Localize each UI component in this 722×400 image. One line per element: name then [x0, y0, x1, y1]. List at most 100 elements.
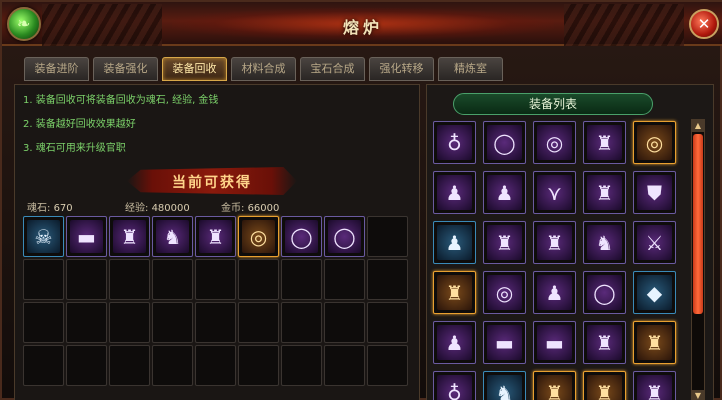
- empty-slot[interactable]: [23, 345, 64, 386]
- item-slot[interactable]: ⚔: [633, 221, 676, 264]
- item-slot[interactable]: ◎: [533, 121, 576, 164]
- tip-line: 2. 装备越好回收效果越好: [23, 119, 136, 130]
- empty-slot[interactable]: [109, 345, 150, 386]
- armor-icon: ♜: [637, 375, 672, 400]
- boots-icon: ♟: [487, 175, 522, 210]
- tab-4[interactable]: 宝石合成: [300, 57, 365, 81]
- item-slot[interactable]: ♞: [483, 371, 526, 400]
- item-slot[interactable]: ♟: [483, 171, 526, 214]
- close-button[interactable]: ✕: [689, 9, 719, 39]
- empty-slot[interactable]: [152, 259, 193, 300]
- empty-slot[interactable]: [23, 259, 64, 300]
- item-slot[interactable]: ◎: [483, 271, 526, 314]
- belt-icon: ▬: [537, 325, 572, 360]
- item-slot[interactable]: ♜: [633, 371, 676, 400]
- item-slot[interactable]: ♜: [433, 271, 476, 314]
- item-slot[interactable]: ♜: [583, 171, 626, 214]
- item-slot[interactable]: ♜: [583, 371, 626, 400]
- armor-icon: ♜: [587, 325, 622, 360]
- empty-slot[interactable]: [238, 345, 279, 386]
- tab-0[interactable]: 装备进阶: [24, 57, 89, 81]
- item-slot[interactable]: ♜: [109, 216, 150, 257]
- helmet-icon: ♞: [587, 225, 622, 260]
- empty-slot[interactable]: [66, 259, 107, 300]
- item-slot[interactable]: ♜: [533, 221, 576, 264]
- empty-slot[interactable]: [324, 302, 365, 343]
- ring-icon: ◎: [637, 125, 672, 160]
- necklace-icon: ♁: [437, 125, 472, 160]
- item-slot[interactable]: ◯: [324, 216, 365, 257]
- item-slot[interactable]: ⛊: [633, 171, 676, 214]
- scroll-up-button[interactable]: ▲: [692, 120, 704, 132]
- empty-slot[interactable]: [367, 259, 408, 300]
- empty-slot[interactable]: [109, 302, 150, 343]
- empty-slot[interactable]: [367, 345, 408, 386]
- item-slot[interactable]: ♁: [433, 121, 476, 164]
- item-slot[interactable]: ♞: [152, 216, 193, 257]
- gold-stat: 金币: 66000: [221, 203, 280, 214]
- armor-icon: ♜: [587, 175, 622, 210]
- gem-icon: ◆: [637, 275, 672, 310]
- bracelet-icon: ◯: [487, 125, 522, 160]
- item-slot[interactable]: ▬: [483, 321, 526, 364]
- item-slot[interactable]: ◎: [633, 121, 676, 164]
- empty-slot[interactable]: [281, 302, 322, 343]
- item-slot[interactable]: ⋎: [533, 171, 576, 214]
- bracelet-icon: ◯: [587, 275, 622, 310]
- item-slot[interactable]: ◯: [583, 271, 626, 314]
- item-slot[interactable]: ♜: [195, 216, 236, 257]
- item-slot[interactable]: ♜: [483, 221, 526, 264]
- empty-slot[interactable]: [238, 302, 279, 343]
- empty-slot[interactable]: [152, 345, 193, 386]
- item-slot[interactable]: ♜: [533, 371, 576, 400]
- empty-slot[interactable]: [195, 259, 236, 300]
- item-slot[interactable]: ◆: [633, 271, 676, 314]
- item-slot[interactable]: ♟: [433, 321, 476, 364]
- empty-slot[interactable]: [367, 216, 408, 257]
- empty-slot[interactable]: [195, 345, 236, 386]
- empty-slot[interactable]: [152, 302, 193, 343]
- empty-slot[interactable]: [66, 302, 107, 343]
- empty-slot[interactable]: [281, 259, 322, 300]
- item-slot[interactable]: ♟: [433, 221, 476, 264]
- empty-slot[interactable]: [195, 302, 236, 343]
- empty-slot[interactable]: [324, 345, 365, 386]
- empty-slot[interactable]: [23, 302, 64, 343]
- item-slot[interactable]: ♜: [633, 321, 676, 364]
- tab-5[interactable]: 强化转移: [369, 57, 434, 81]
- item-slot[interactable]: ♜: [583, 321, 626, 364]
- empty-slot[interactable]: [66, 345, 107, 386]
- equipment-list-panel: 装备列表 ♁ ◯ ◎ ♜ ◎ ♟ ♟ ⋎ ♜ ⛊ ♟ ♜ ♜ ♞ ⚔ ♜ ◎ ♟ ◯ ◆ ♟ ▬ ▬ ♜ ♜ ♁ ♞ ♜ ♜ ♜ ▲ ▼: [426, 84, 714, 400]
- soul-stone-stat: 魂石: 670: [27, 203, 73, 214]
- scroll-thumb[interactable]: [693, 134, 703, 314]
- item-slot[interactable]: ◯: [483, 121, 526, 164]
- item-slot[interactable]: ◎: [238, 216, 279, 257]
- necklace-icon: ♁: [437, 375, 472, 400]
- tab-bar: 装备进阶 装备强化 装备回收 材料合成 宝石合成 强化转移 精炼室: [24, 57, 503, 81]
- tab-3[interactable]: 材料合成: [231, 57, 296, 81]
- item-slot[interactable]: ▬: [66, 216, 107, 257]
- scroll-down-button[interactable]: ▼: [692, 390, 704, 400]
- gold-value: 66000: [247, 203, 280, 214]
- empty-slot[interactable]: [324, 259, 365, 300]
- tab-2[interactable]: 装备回收: [162, 57, 227, 81]
- item-slot[interactable]: ♟: [533, 271, 576, 314]
- tip-line: 1. 装备回收可将装备回收为魂石, 经验, 金钱: [23, 95, 219, 106]
- item-slot[interactable]: ♞: [583, 221, 626, 264]
- item-slot[interactable]: ♟: [433, 171, 476, 214]
- tab-1[interactable]: 装备强化: [93, 57, 158, 81]
- tab-6[interactable]: 精炼室: [438, 57, 503, 81]
- item-slot[interactable]: ♜: [583, 121, 626, 164]
- empty-slot[interactable]: [367, 302, 408, 343]
- item-slot[interactable]: ♁: [433, 371, 476, 400]
- scrollbar[interactable]: ▲ ▼: [691, 119, 705, 400]
- empty-slot[interactable]: [281, 345, 322, 386]
- item-slot[interactable]: ▬: [533, 321, 576, 364]
- badge-icon: ⛊: [637, 175, 672, 210]
- title-bar[interactable]: ❧ 熔炉 ✕: [2, 2, 722, 46]
- item-slot[interactable]: ☠: [23, 216, 64, 257]
- empty-slot[interactable]: [238, 259, 279, 300]
- item-slot[interactable]: ◯: [281, 216, 322, 257]
- empty-slot[interactable]: [109, 259, 150, 300]
- belt-icon: ▬: [70, 220, 103, 253]
